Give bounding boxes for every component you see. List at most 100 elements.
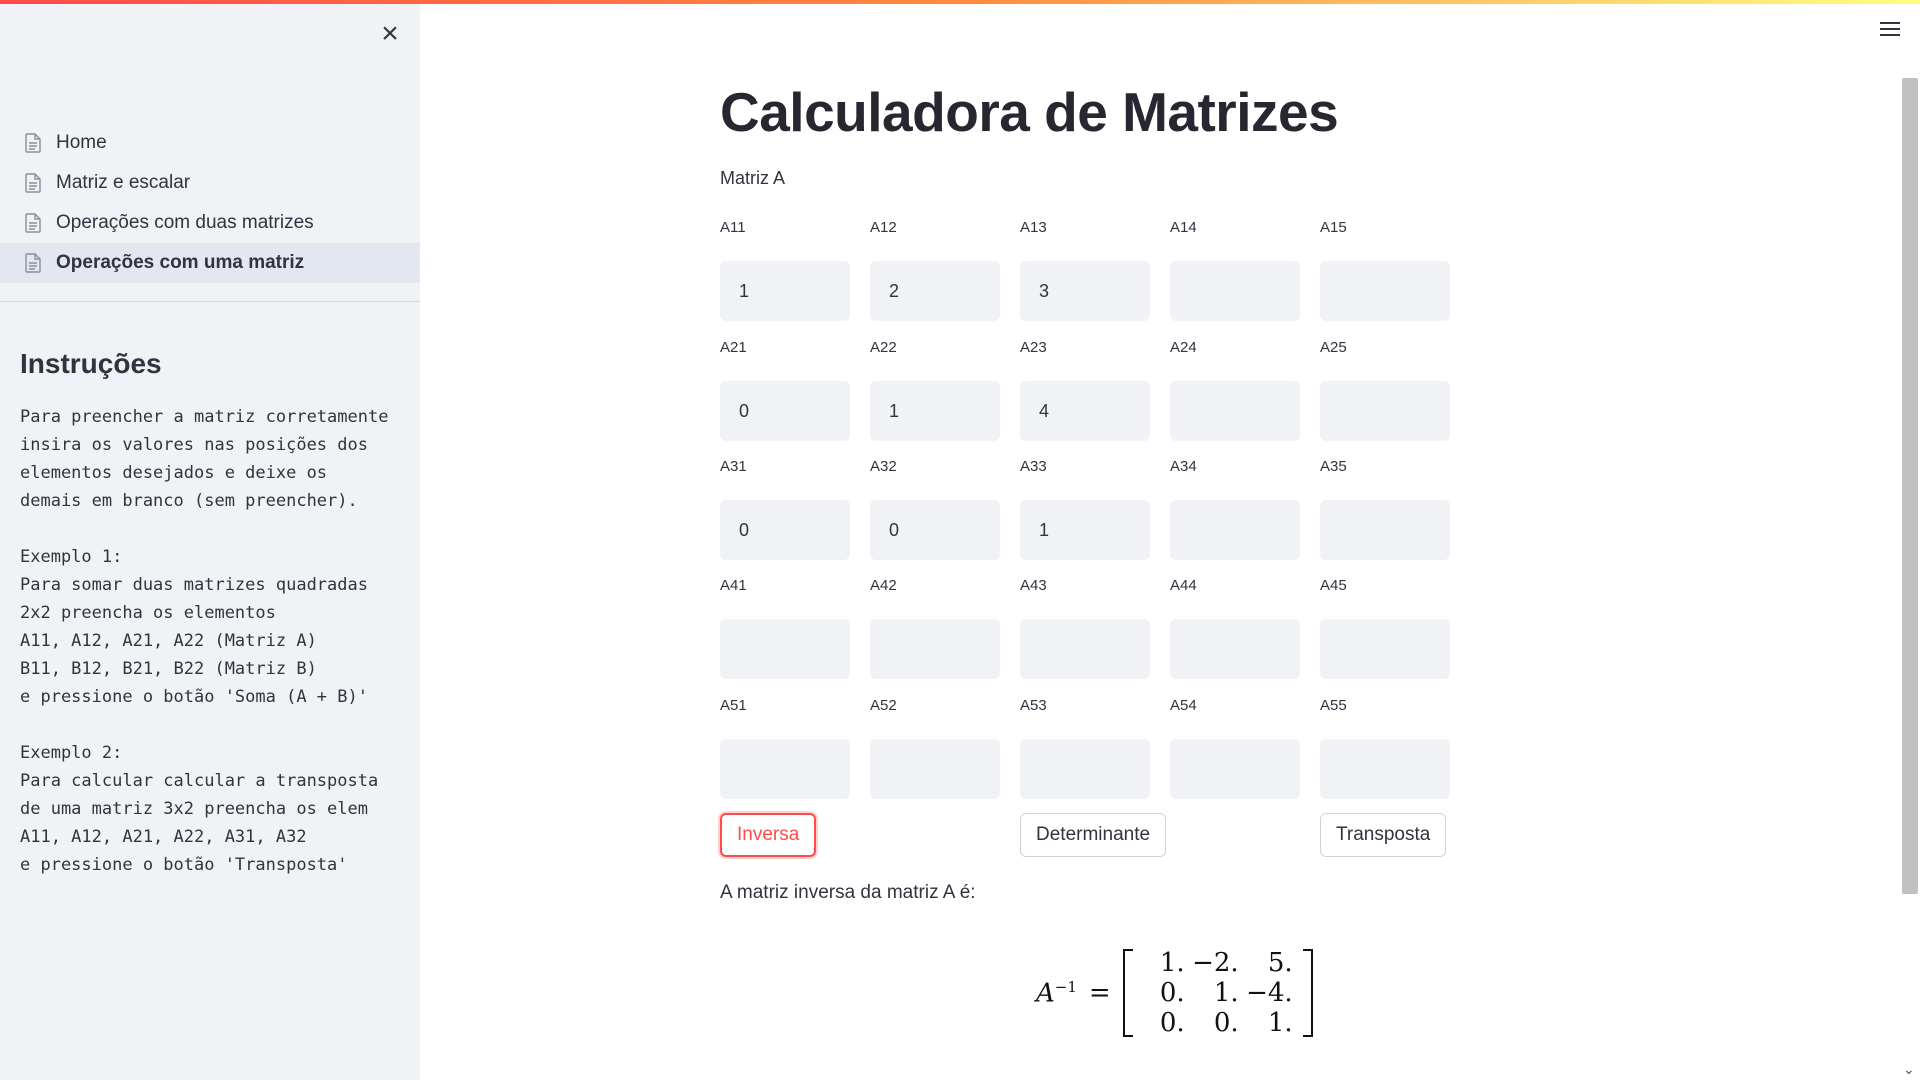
transpose-button[interactable]: Transposta (1320, 813, 1447, 857)
matrix-cell: A54 (1170, 696, 1300, 799)
cell-label: A24 (1170, 339, 1197, 356)
matrix-cell: A13 (1020, 218, 1150, 321)
cell-label: A43 (1020, 577, 1047, 594)
cell-label: A51 (720, 697, 747, 714)
hamburger-menu-icon[interactable] (1876, 18, 1904, 46)
sidebar-item-label: Operações com uma matriz (56, 252, 305, 273)
sidebar-divider (0, 301, 420, 302)
sidebar-item-matriz-e-escalar[interactable]: Matriz e escalar (0, 163, 420, 203)
cell-label: A23 (1020, 339, 1047, 356)
cell-input[interactable] (870, 500, 1000, 560)
result-matrix-entry: 0. (1159, 978, 1185, 1008)
cell-input[interactable] (1320, 381, 1450, 441)
formula-lhs-symbol: A (1036, 978, 1055, 1009)
cell-input[interactable] (870, 381, 1000, 441)
matrix-cell: A43 (1020, 576, 1150, 679)
instructions-title: Instruções (20, 348, 162, 379)
determinant-button[interactable]: Determinante (1020, 813, 1167, 857)
cell-label: A41 (720, 577, 747, 594)
result-matrix-entry: 1. (1213, 978, 1239, 1008)
sidebar-item-duas-matrizes[interactable]: Operações com duas matrizes (0, 203, 420, 243)
cell-label: A21 (720, 339, 747, 356)
cell-input[interactable] (720, 619, 850, 679)
cell-input[interactable] (1320, 500, 1450, 560)
document-icon (24, 213, 42, 233)
matrix-cell: A45 (1320, 576, 1450, 679)
result-formula: A−1 = 1. −2. 5. 0. 1. −4. 0. 0. 1. (1036, 948, 1313, 1038)
cell-input[interactable] (1170, 619, 1300, 679)
matrix-cell: A34 (1170, 457, 1300, 560)
cell-label: A12 (870, 219, 897, 236)
cell-label: A45 (1320, 577, 1347, 594)
cell-input[interactable] (1320, 619, 1450, 679)
scroll-down-arrow-icon[interactable]: ⌄ (1903, 1062, 1915, 1076)
cell-input[interactable] (870, 261, 1000, 321)
result-matrix-entry: −2. (1192, 948, 1239, 978)
cell-input[interactable] (720, 261, 850, 321)
scrollbar-thumb[interactable] (1902, 78, 1918, 894)
result-matrix-entry: 5. (1267, 948, 1293, 978)
cell-label: A11 (720, 219, 746, 236)
document-icon (24, 253, 42, 273)
cell-label: A13 (1020, 219, 1047, 236)
matrix-cell: A31 (720, 457, 850, 560)
cell-input[interactable] (1020, 619, 1150, 679)
cell-input[interactable] (1170, 739, 1300, 799)
cell-input[interactable] (1020, 500, 1150, 560)
result-matrix-entry: −4. (1246, 978, 1293, 1008)
cell-label: A15 (1320, 219, 1347, 236)
matrix-cell: A15 (1320, 218, 1450, 321)
matrix-cell: A33 (1020, 457, 1150, 560)
instructions-text: Para preencher a matriz corretamente ins… (20, 407, 389, 875)
cell-label: A42 (870, 577, 897, 594)
sidebar-item-home[interactable]: Home (0, 123, 420, 163)
cell-input[interactable] (1020, 739, 1150, 799)
cell-label: A31 (720, 458, 747, 475)
cell-input[interactable] (720, 381, 850, 441)
sidebar-item-label: Home (56, 132, 107, 153)
matrix-label: Matriz A (720, 168, 786, 188)
cell-input[interactable] (870, 739, 1000, 799)
page-title: Calculadora de Matrizes (720, 81, 1339, 143)
result-matrix-entry: 1. (1267, 1008, 1293, 1038)
cell-input[interactable] (1320, 261, 1450, 321)
result-matrix: 1. −2. 5. 0. 1. −4. 0. 0. 1. (1122, 949, 1313, 1037)
sidebar-item-label: Operações com duas matrizes (56, 212, 314, 233)
cell-input[interactable] (870, 619, 1000, 679)
scrollbar[interactable]: ⌄ (1900, 60, 1920, 1080)
sidebar-item-label: Matriz e escalar (56, 172, 191, 193)
cell-input[interactable] (720, 739, 850, 799)
matrix-cell: A22 (870, 338, 1000, 441)
sidebar-nav: Home Matriz e escalar Operações com duas… (0, 123, 420, 283)
sidebar-item-uma-matriz[interactable]: Operações com uma matriz (0, 243, 420, 283)
cell-label: A14 (1170, 219, 1197, 236)
matrix-cell: A14 (1170, 218, 1300, 321)
matrix-cell: A42 (870, 576, 1000, 679)
cell-label: A55 (1320, 697, 1347, 714)
result-matrix-grid: 1. −2. 5. 0. 1. −4. 0. 0. 1. (1137, 949, 1299, 1037)
matrix-cell: A41 (720, 576, 850, 679)
matrix-cell: A23 (1020, 338, 1150, 441)
matrix-cell: A25 (1320, 338, 1450, 441)
main-content: Calculadora de Matrizes Matriz A A11 A12 A… (720, 0, 1860, 1080)
matrix-cell: A51 (720, 696, 850, 799)
cell-label: A52 (870, 697, 897, 714)
matrix-cell: A12 (870, 218, 1000, 321)
cell-label: A22 (870, 339, 897, 356)
close-icon[interactable]: × (374, 18, 406, 50)
cell-input[interactable] (1320, 739, 1450, 799)
cell-label: A53 (1020, 697, 1047, 714)
cell-input[interactable] (1170, 500, 1300, 560)
matrix-cell: A21 (720, 338, 850, 441)
cell-label: A44 (1170, 577, 1197, 594)
matrix-cell: A52 (870, 696, 1000, 799)
cell-label: A32 (870, 458, 897, 475)
sidebar: × Home Matriz e escalar Operações com du… (0, 0, 420, 1080)
cell-input[interactable] (1170, 261, 1300, 321)
cell-input[interactable] (1170, 381, 1300, 441)
inverse-button[interactable]: Inversa (720, 813, 817, 857)
cell-input[interactable] (720, 500, 850, 560)
cell-input[interactable] (1020, 261, 1150, 321)
matrix-cell: A44 (1170, 576, 1300, 679)
cell-input[interactable] (1020, 381, 1150, 441)
